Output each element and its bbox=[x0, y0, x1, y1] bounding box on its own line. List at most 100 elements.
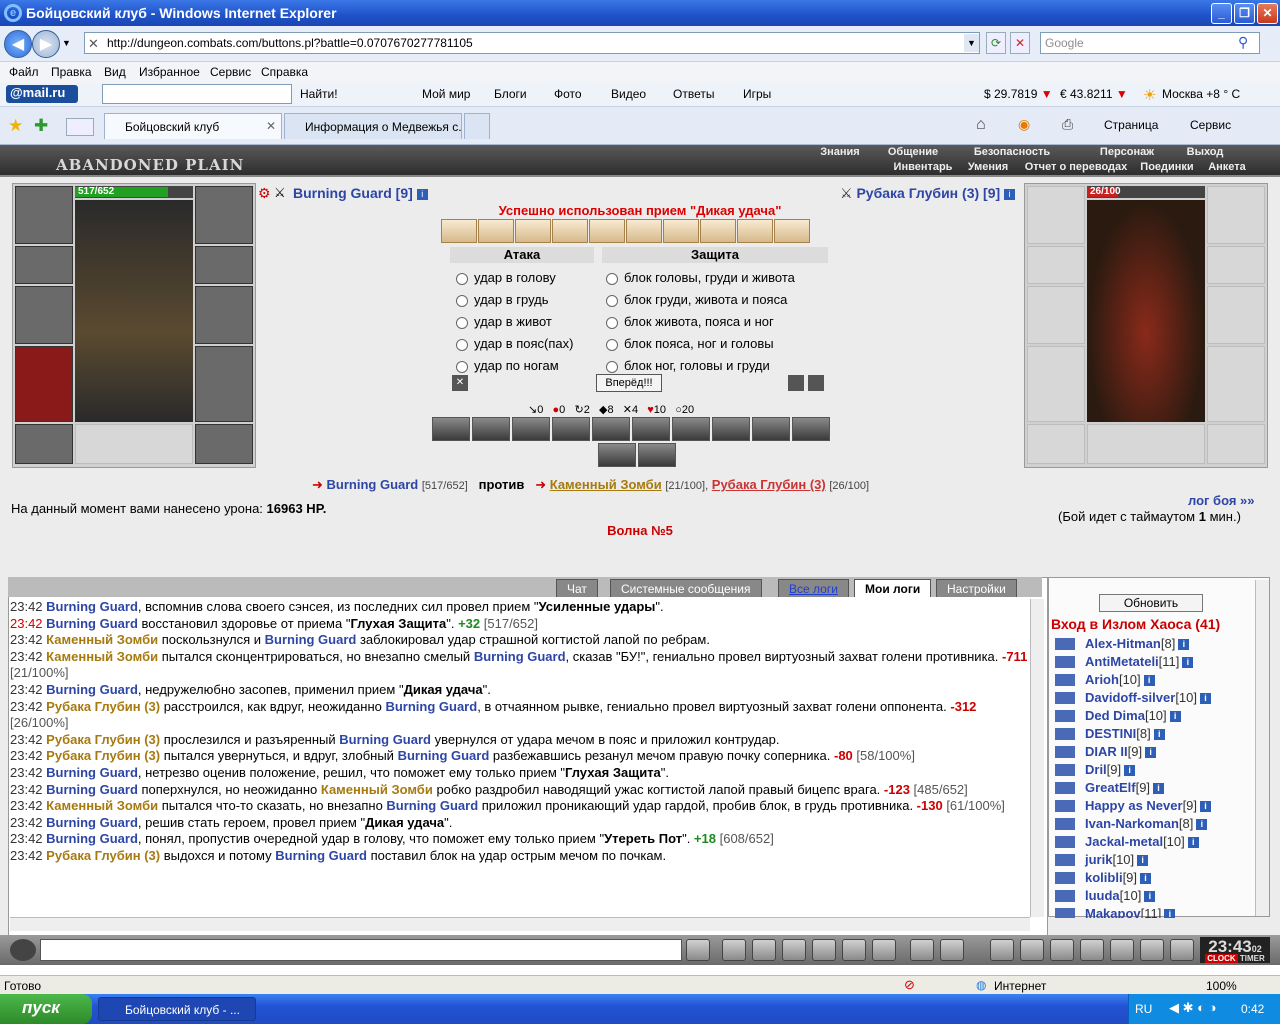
skill-2[interactable] bbox=[478, 219, 514, 243]
defense-1[interactable]: блок головы, груди и живота bbox=[606, 267, 795, 289]
nav-exit[interactable]: Выход bbox=[1174, 146, 1236, 160]
menu-tools[interactable]: Сервис bbox=[210, 65, 251, 79]
invite-icon[interactable] bbox=[1055, 728, 1075, 740]
tab-system[interactable]: Системные сообщения bbox=[610, 579, 762, 597]
bracers-slot[interactable] bbox=[15, 246, 73, 284]
chat-input[interactable] bbox=[40, 939, 682, 961]
invite-icon[interactable] bbox=[1055, 782, 1075, 794]
log-fighter[interactable]: Burning Guard bbox=[46, 682, 138, 697]
combo-12[interactable] bbox=[638, 443, 676, 467]
log-fighter[interactable]: Burning Guard bbox=[46, 765, 138, 780]
combo-6[interactable] bbox=[632, 417, 670, 441]
rss-icon[interactable]: ◉ bbox=[1018, 116, 1030, 133]
battle-log-link[interactable]: лог боя »» bbox=[1188, 493, 1255, 508]
invite-icon[interactable] bbox=[1055, 908, 1075, 918]
link-photo[interactable]: Фото bbox=[554, 87, 582, 101]
weapon-slot[interactable] bbox=[15, 286, 73, 344]
log-fighter[interactable]: Каменный Зомби bbox=[321, 782, 433, 797]
combo-7[interactable] bbox=[672, 417, 710, 441]
stop-icon[interactable]: ✕ bbox=[1010, 32, 1030, 54]
tab-my-logs[interactable]: Мои логи bbox=[854, 579, 932, 597]
user-item[interactable]: Arioh[10] i bbox=[1055, 672, 1155, 687]
user-info-icon[interactable]: i bbox=[1200, 801, 1212, 813]
log-fighter[interactable]: Burning Guard bbox=[275, 848, 367, 863]
search-box[interactable]: Google bbox=[1040, 32, 1260, 54]
close-button[interactable]: ✕ bbox=[1257, 3, 1278, 24]
user-item[interactable]: Alex-Hitman[8] i bbox=[1055, 636, 1190, 651]
log-hscrollbar[interactable] bbox=[10, 917, 1030, 931]
nav-security[interactable]: Безопасность bbox=[954, 146, 1070, 160]
menu-favorites[interactable]: Избранное bbox=[139, 65, 200, 79]
skill-9[interactable] bbox=[737, 219, 773, 243]
user-item[interactable]: Happy as Never[9] i bbox=[1055, 798, 1212, 813]
invite-icon[interactable] bbox=[1055, 692, 1075, 704]
helmet-slot[interactable] bbox=[15, 186, 73, 244]
versus-player[interactable]: Burning Guard bbox=[327, 477, 419, 492]
user-item[interactable]: GreatElf[9] i bbox=[1055, 780, 1165, 795]
maximize-button[interactable]: ❐ bbox=[1234, 3, 1255, 24]
invite-icon[interactable] bbox=[1055, 854, 1075, 866]
forward-button[interactable]: ▶ bbox=[32, 30, 60, 58]
user-info-icon[interactable]: i bbox=[1153, 783, 1165, 795]
attack-legs[interactable]: удар по ногам bbox=[456, 355, 573, 377]
percent-icon[interactable] bbox=[842, 939, 866, 961]
nav-profile[interactable]: Анкета bbox=[1204, 161, 1250, 175]
invite-icon[interactable] bbox=[1055, 656, 1075, 668]
user-info-icon[interactable]: i bbox=[1182, 657, 1194, 669]
user-info-icon[interactable]: i bbox=[1137, 855, 1149, 867]
group-icon[interactable] bbox=[1050, 939, 1074, 961]
cloak-slot[interactable] bbox=[15, 346, 73, 422]
enemy-info-icon[interactable]: i bbox=[1004, 188, 1016, 200]
log-fighter[interactable]: Burning Guard bbox=[265, 632, 357, 647]
log-fighter[interactable]: Burning Guard bbox=[46, 815, 138, 830]
shield-slot[interactable] bbox=[195, 286, 253, 344]
log-fighter[interactable]: Burning Guard bbox=[385, 699, 477, 714]
attack-stomach[interactable]: удар в живот bbox=[456, 311, 573, 333]
mail-icon[interactable] bbox=[1140, 939, 1164, 961]
url-input[interactable]: http://dungeon.combats.com/buttons.pl?ba… bbox=[84, 32, 980, 54]
find-button[interactable]: Найти! bbox=[300, 87, 338, 101]
print-icon[interactable]: ⎙ bbox=[1062, 116, 1073, 133]
invite-icon[interactable] bbox=[1055, 818, 1075, 830]
skill-4[interactable] bbox=[552, 219, 588, 243]
popup-blocker-icon[interactable]: ⊘ bbox=[904, 977, 915, 993]
user-info-icon[interactable]: i bbox=[1144, 891, 1156, 903]
nav-inventory[interactable]: Инвентарь bbox=[888, 161, 958, 175]
combo-11[interactable] bbox=[598, 443, 636, 467]
history-dropdown-icon[interactable]: ▼ bbox=[62, 38, 71, 48]
user-info-icon[interactable]: i bbox=[1143, 675, 1155, 687]
url-dropdown-icon[interactable]: ▼ bbox=[964, 34, 979, 52]
new-tab-button[interactable] bbox=[464, 113, 490, 139]
link-answers[interactable]: Ответы bbox=[673, 87, 714, 101]
refresh-button[interactable]: Обновить bbox=[1099, 594, 1203, 612]
skill-1[interactable] bbox=[441, 219, 477, 243]
user-item[interactable]: Ivan-Narkoman[8] i bbox=[1055, 816, 1208, 831]
skill-6[interactable] bbox=[626, 219, 662, 243]
player-info-icon[interactable]: i bbox=[416, 188, 428, 200]
combo-9[interactable] bbox=[752, 417, 790, 441]
user-info-icon[interactable]: i bbox=[1164, 909, 1176, 918]
skill-3[interactable] bbox=[515, 219, 551, 243]
defense-4[interactable]: блок пояса, ног и головы bbox=[606, 333, 795, 355]
nav-character[interactable]: Персонаж bbox=[1084, 146, 1170, 160]
smiley-icon[interactable] bbox=[910, 939, 934, 961]
invite-icon[interactable] bbox=[1055, 746, 1075, 758]
search-icon[interactable]: ⚲ bbox=[1238, 34, 1248, 51]
attack-chest[interactable]: удар в грудь bbox=[456, 289, 573, 311]
toolbar-search-input[interactable] bbox=[102, 84, 292, 104]
invite-icon[interactable] bbox=[1055, 800, 1075, 812]
start-button[interactable]: пуск bbox=[0, 994, 92, 1024]
invite-icon[interactable] bbox=[1055, 764, 1075, 776]
combo-4[interactable] bbox=[552, 417, 590, 441]
tab-combats[interactable]: Бойцовский клуб ✕ bbox=[104, 113, 282, 139]
language-indicator[interactable]: RU bbox=[1135, 1002, 1152, 1016]
zoom-level[interactable]: 100% bbox=[1206, 979, 1237, 993]
user-item[interactable]: DESTINI[8] i bbox=[1055, 726, 1165, 741]
log-fighter[interactable]: Burning Guard bbox=[398, 748, 490, 763]
log-fighter[interactable]: Burning Guard bbox=[46, 616, 138, 631]
user-info-icon[interactable]: i bbox=[1187, 837, 1199, 849]
link-blogs[interactable]: Блоги bbox=[494, 87, 527, 101]
log-fighter[interactable]: Рубака Глубин (3) bbox=[46, 732, 160, 747]
tab-info[interactable]: Информация о Медвежья с... bbox=[284, 113, 462, 139]
fighters-icon[interactable] bbox=[812, 939, 836, 961]
